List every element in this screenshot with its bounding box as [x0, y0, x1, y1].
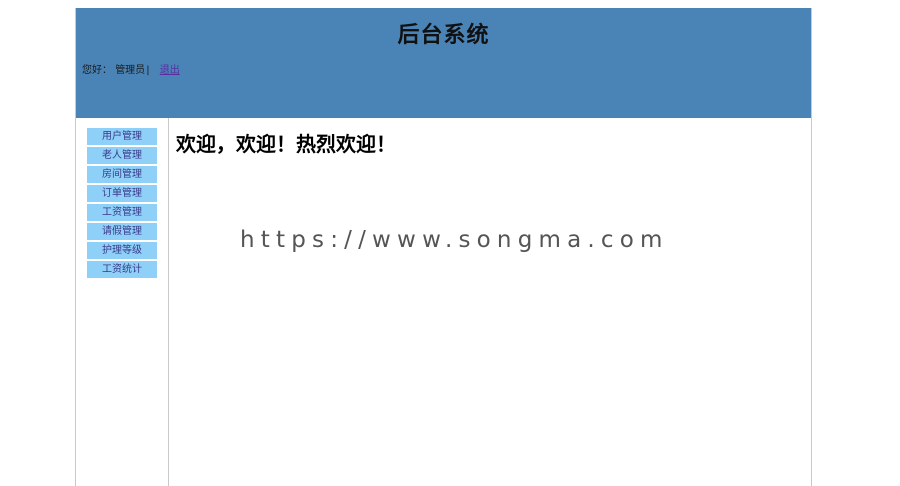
page-title: 后台系统: [397, 23, 490, 48]
logout-link[interactable]: 退出: [160, 65, 180, 76]
sidebar-item-user-management[interactable]: 用户管理: [87, 128, 157, 145]
header-banner: 后台系统 您好： 管理员| 退出: [76, 8, 811, 118]
sidebar-item-order-management[interactable]: 订单管理: [87, 185, 157, 202]
sidebar-item-leave-management[interactable]: 请假管理: [87, 223, 157, 240]
sidebar-item-elderly-management[interactable]: 老人管理: [87, 147, 157, 164]
sidebar-item-salary-management[interactable]: 工资管理: [87, 204, 157, 221]
welcome-heading: 欢迎，欢迎！热烈欢迎！: [176, 132, 396, 156]
user-bar-separator: |: [146, 65, 150, 76]
sidebar-item-care-level[interactable]: 护理等级: [87, 242, 157, 259]
main-content: 欢迎，欢迎！热烈欢迎！: [169, 118, 811, 486]
admin-app: 后台系统 您好： 管理员| 退出 用户管理 老人管理 房间管理 订单管理 工资管…: [75, 8, 812, 486]
sidebar-nav: 用户管理 老人管理 房间管理 订单管理 工资管理 请假管理 护理等级 工资统计: [76, 118, 169, 486]
username-label: 管理员: [115, 65, 146, 76]
greeting-label: 您好：: [82, 65, 112, 76]
sidebar-item-room-management[interactable]: 房间管理: [87, 166, 157, 183]
user-bar: 您好： 管理员| 退出: [82, 61, 180, 76]
sidebar-item-salary-statistics[interactable]: 工资统计: [87, 261, 157, 278]
